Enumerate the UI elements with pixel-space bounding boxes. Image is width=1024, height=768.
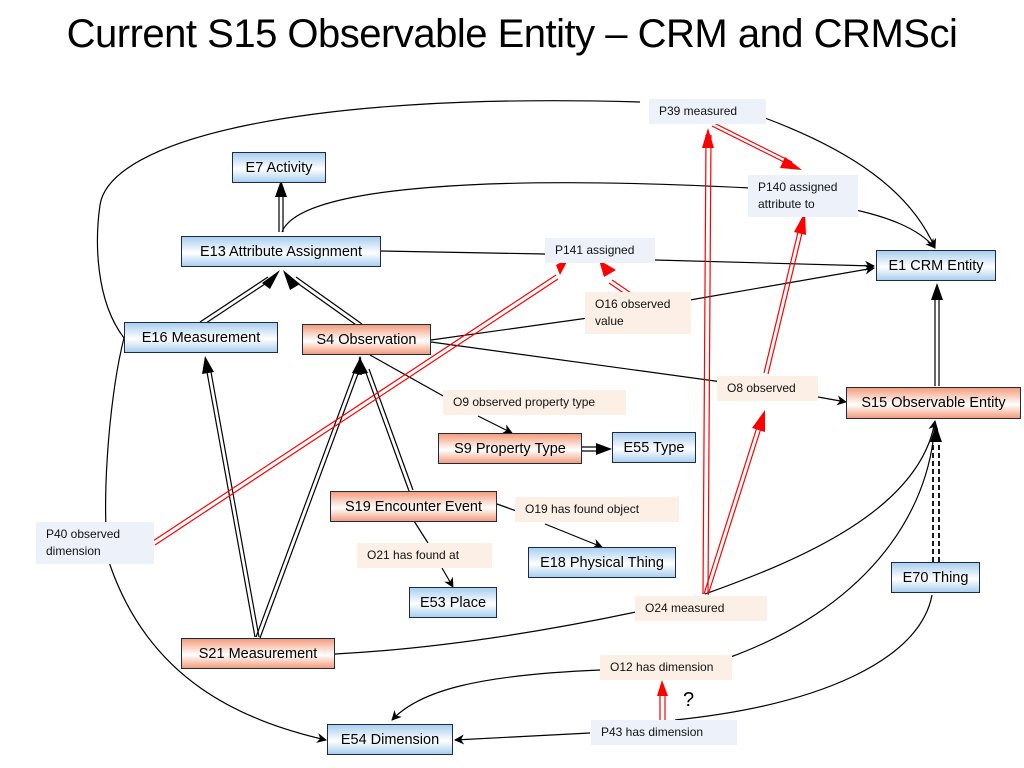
node-s21-measurement[interactable]: S21 Measurement (181, 638, 335, 669)
node-e53-place[interactable]: E53 Place (409, 587, 497, 618)
isa-s19-s4 (364, 368, 414, 492)
isa-s15-e1 (934, 298, 940, 386)
edge-p141-e1 (654, 259, 875, 271)
question-mark-annotation: ? (683, 689, 695, 711)
label-o8-observed[interactable]: O8 observed (717, 376, 818, 401)
edge-s19-o21 (413, 520, 429, 544)
edge-layer (96, 100, 943, 745)
edge-o19-e18 (544, 523, 603, 549)
node-e70-thing[interactable]: E70 Thing (891, 562, 980, 593)
isa-s4-e13 (292, 276, 363, 328)
node-s15-observable-entity[interactable]: S15 Observable Entity (846, 387, 1021, 419)
label-p39-measured[interactable]: P39 measured (649, 99, 766, 124)
node-s9-property-type[interactable]: S9 Property Type (438, 433, 582, 464)
edge-s21-o24 (334, 611, 637, 655)
node-s19-encounter-event[interactable]: S19 Encounter Event (330, 491, 497, 522)
label-p140-line1: P140 assigned (758, 180, 838, 194)
edge-o16-e1 (689, 264, 875, 301)
edge-o21-e53 (441, 567, 454, 588)
node-e7-activity[interactable]: E7 Activity (232, 152, 326, 183)
node-e54-dimension[interactable]: E54 Dimension (327, 724, 453, 755)
label-o9-observed-property-type[interactable]: O9 observed property type (443, 390, 626, 415)
edge-o9-s9 (477, 415, 513, 434)
isa-e16-e13 (199, 276, 272, 326)
isa-e13-e7 (278, 195, 284, 232)
red-arrowhead-o12 (657, 680, 668, 696)
red-arrowhead-p39 (702, 128, 714, 148)
red-o24-o8 (703, 423, 763, 596)
label-o19-has-found-object[interactable]: O19 has found object (515, 497, 679, 522)
label-p40-observed-dimension[interactable]: P40 observed dimension (36, 522, 154, 564)
edge-o8-s15 (817, 395, 847, 406)
label-p140-line2: attribute to (758, 197, 815, 211)
isa-e70-s15 (932, 440, 940, 562)
label-o16-line1: O16 observed (595, 297, 671, 311)
node-e1-crm-entity[interactable]: E1 CRM Entity (876, 250, 996, 281)
label-p140-assigned-attribute-to[interactable]: P140 assigned attribute to (748, 175, 858, 217)
red-o24-p39 (702, 134, 712, 595)
label-o21-has-found-at[interactable]: O21 has found at (357, 543, 492, 568)
isa-s9-e55 (582, 446, 598, 452)
label-p43-has-dimension[interactable]: P43 has dimension (591, 720, 737, 745)
edge-e13-p140 (281, 182, 751, 233)
label-p40-line2: dimension (46, 544, 101, 558)
label-o24-measured[interactable]: O24 measured (635, 596, 767, 621)
node-s4-observation[interactable]: S4 Observation (302, 324, 431, 355)
arrowhead-e16 (202, 356, 214, 374)
label-p141-assigned[interactable]: P141 assigned (545, 238, 655, 263)
node-e55-type[interactable]: E55 Type (612, 432, 696, 463)
node-e16-measurement[interactable]: E16 Measurement (124, 322, 278, 353)
edge-e16-p39 (96, 100, 641, 339)
arrowhead-e1 (931, 283, 943, 300)
node-e13-attribute-assignment[interactable]: E13 Attribute Assignment (181, 236, 381, 267)
label-o16-observed-value[interactable]: O16 observed value (585, 292, 691, 334)
edge-o12-e54 (391, 669, 601, 721)
arrowhead-s4-right (352, 356, 362, 375)
arrowhead-e13-right (283, 270, 300, 290)
arrowhead-e55 (596, 443, 612, 455)
edge-p43-e54 (454, 732, 591, 745)
edge-s4-o8 (430, 341, 723, 383)
edge-s4-o16 (430, 317, 589, 341)
label-o16-line2: value (595, 314, 624, 328)
label-p40-line1: P40 observed (46, 527, 121, 541)
red-arrowhead-o8 (752, 410, 765, 432)
isa-s21-e16 (206, 371, 260, 638)
label-o12-has-dimension[interactable]: O12 has dimension (600, 655, 732, 680)
red-arrowhead-p140-top (780, 157, 802, 170)
red-p39-p140 (711, 122, 793, 166)
edge-e13-p141 (380, 250, 546, 255)
node-e18-physical-thing[interactable]: E18 Physical Thing (528, 547, 676, 578)
red-o8-p140 (763, 227, 804, 375)
